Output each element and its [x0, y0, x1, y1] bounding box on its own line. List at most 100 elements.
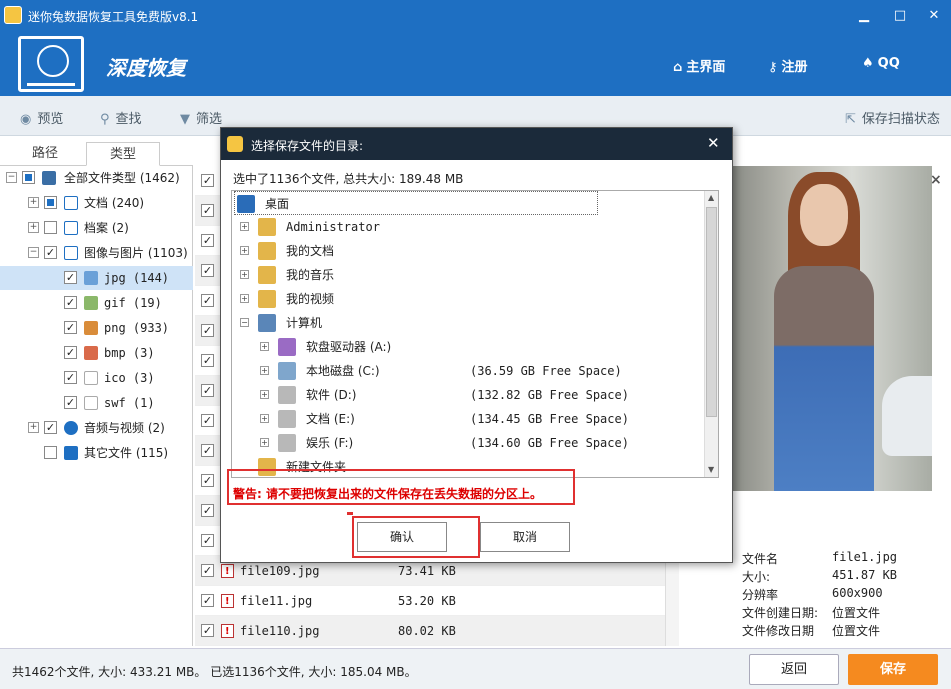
- tree-item-images[interactable]: − ✓ 图像与图片 (1103): [0, 241, 193, 265]
- expand-icon[interactable]: +: [260, 390, 269, 399]
- expand-icon[interactable]: +: [28, 197, 39, 208]
- expand-icon[interactable]: +: [260, 414, 269, 423]
- row-checkbox[interactable]: ✓: [201, 384, 214, 397]
- save-scan-button[interactable]: ⇱ 保存扫描状态: [845, 108, 940, 127]
- tree-checkbox[interactable]: ✓: [64, 371, 77, 384]
- row-checkbox[interactable]: ✓: [201, 474, 214, 487]
- expand-icon[interactable]: +: [240, 222, 249, 231]
- filter-button[interactable]: ▼ 筛选: [180, 108, 222, 127]
- tree-checkbox[interactable]: [44, 196, 57, 209]
- video-folder-icon: [258, 290, 276, 308]
- expand-icon[interactable]: +: [240, 270, 249, 279]
- row-checkbox[interactable]: ✓: [201, 534, 214, 547]
- tree-node-ent[interactable]: + 娱乐 (F:) (134.60 GB Free Space): [232, 431, 704, 455]
- file-name: file11.jpg: [240, 594, 313, 608]
- tree-label: png (933): [104, 321, 170, 335]
- export-icon: ⇱: [845, 112, 856, 127]
- tree-checkbox[interactable]: ✓: [64, 271, 77, 284]
- row-checkbox[interactable]: ✓: [201, 204, 214, 217]
- tree-node-mymusic[interactable]: + 我的音乐: [232, 263, 704, 287]
- status-text: 共1462个文件, 大小: 433.21 MB。 已选1136个文件, 大小: …: [12, 665, 417, 679]
- close-preview-icon[interactable]: ×: [930, 172, 942, 188]
- tree-label: 图像与图片 (1103): [84, 246, 188, 260]
- tree-item-av[interactable]: + ✓ 音频与视频 (2): [0, 416, 193, 440]
- tree-item-bmp[interactable]: ✓ bmp (3): [0, 341, 193, 365]
- tree-node-computer[interactable]: − 计算机: [232, 311, 704, 335]
- minimize-button[interactable]: ▁: [854, 6, 874, 26]
- row-checkbox[interactable]: ✓: [201, 564, 214, 577]
- tree-checkbox[interactable]: [22, 171, 35, 184]
- tree-checkbox[interactable]: ✓: [64, 321, 77, 334]
- expand-icon[interactable]: +: [240, 246, 249, 255]
- tab-path[interactable]: 路径: [0, 142, 90, 166]
- tree-checkbox[interactable]: ✓: [64, 296, 77, 309]
- system-drive-icon: [278, 362, 296, 380]
- qq-nav[interactable]: ♠ QQ: [862, 56, 900, 71]
- scroll-down-icon[interactable]: ▼: [708, 465, 714, 474]
- tree-node-floppy[interactable]: + 软盘驱动器 (A:): [232, 335, 704, 359]
- collapse-icon[interactable]: −: [6, 172, 17, 183]
- row-checkbox[interactable]: ✓: [201, 504, 214, 517]
- tree-node-mydocs[interactable]: + 我的文档: [232, 239, 704, 263]
- cancel-button[interactable]: 取消: [480, 522, 570, 552]
- scroll-up-icon[interactable]: ▲: [708, 193, 714, 202]
- tab-type[interactable]: 类型: [86, 142, 160, 166]
- tree-item-doc[interactable]: + 文档 (240): [0, 191, 193, 215]
- prop-value: 600x900: [832, 586, 883, 600]
- row-checkbox[interactable]: ✓: [201, 264, 214, 277]
- scroll-thumb[interactable]: [706, 207, 717, 417]
- tree-item-ico[interactable]: ✓ ico (3): [0, 366, 193, 390]
- tree-node-soft[interactable]: + 软件 (D:) (132.82 GB Free Space): [232, 383, 704, 407]
- tree-node-local-disk[interactable]: + 本地磁盘 (C:) (36.59 GB Free Space): [232, 359, 704, 383]
- expand-icon[interactable]: +: [28, 422, 39, 433]
- tree-label: 全部文件类型 (1462): [64, 171, 180, 185]
- tree-node-docs[interactable]: + 文档 (E:) (134.45 GB Free Space): [232, 407, 704, 431]
- maximize-button[interactable]: □: [890, 6, 910, 26]
- tree-item-swf[interactable]: ✓ swf (1): [0, 391, 193, 415]
- tree-item-png[interactable]: ✓ png (933): [0, 316, 193, 340]
- tree-node-myvideo[interactable]: + 我的视频: [232, 287, 704, 311]
- tree-checkbox[interactable]: ✓: [64, 396, 77, 409]
- expand-icon[interactable]: +: [260, 366, 269, 375]
- dialog-close-button[interactable]: ✕: [707, 134, 720, 152]
- table-row[interactable]: ✓ file110.jpg 80.02 KB: [195, 616, 665, 647]
- tree-node-admin[interactable]: + Administrator: [232, 215, 704, 239]
- row-checkbox[interactable]: ✓: [201, 354, 214, 367]
- expand-icon[interactable]: +: [260, 438, 269, 447]
- tree-checkbox[interactable]: [44, 446, 57, 459]
- preview-button[interactable]: ◉ 预览: [20, 108, 63, 127]
- collapse-icon[interactable]: −: [28, 247, 39, 258]
- collapse-icon[interactable]: −: [240, 318, 249, 327]
- row-checkbox[interactable]: ✓: [201, 414, 214, 427]
- expand-icon[interactable]: +: [260, 342, 269, 351]
- tree-checkbox[interactable]: [44, 221, 57, 234]
- tree-item-root[interactable]: − 全部文件类型 (1462): [0, 166, 193, 190]
- back-button[interactable]: 返回: [749, 654, 839, 685]
- header-bar: 深度恢复 ⌂ 主界面 ⚷ 注册 ♠ QQ: [0, 32, 951, 96]
- row-checkbox[interactable]: ✓: [201, 294, 214, 307]
- close-window-button[interactable]: ✕: [924, 6, 944, 26]
- folder-tree-scrollbar[interactable]: ▲ ▼: [704, 191, 718, 477]
- tree-item-jpg[interactable]: ✓ jpg (144): [0, 266, 193, 290]
- register-nav[interactable]: ⚷ 注册: [768, 56, 808, 75]
- row-checkbox[interactable]: ✓: [201, 324, 214, 337]
- row-checkbox[interactable]: ✓: [201, 624, 214, 637]
- find-button[interactable]: ⚲ 查找: [100, 108, 142, 127]
- tree-checkbox[interactable]: ✓: [44, 246, 57, 259]
- expand-icon[interactable]: +: [28, 222, 39, 233]
- tree-node-desktop[interactable]: 桌面: [234, 191, 598, 215]
- confirm-button[interactable]: 确认: [357, 522, 447, 552]
- row-checkbox[interactable]: ✓: [201, 594, 214, 607]
- expand-icon[interactable]: +: [240, 294, 249, 303]
- row-checkbox[interactable]: ✓: [201, 444, 214, 457]
- tree-item-archive[interactable]: + 档案 (2): [0, 216, 193, 240]
- row-checkbox[interactable]: ✓: [201, 234, 214, 247]
- tree-checkbox[interactable]: ✓: [64, 346, 77, 359]
- tree-item-other[interactable]: 其它文件 (115): [0, 441, 193, 465]
- tree-item-gif[interactable]: ✓ gif (19): [0, 291, 193, 315]
- home-nav[interactable]: ⌂ 主界面: [673, 56, 725, 75]
- row-checkbox[interactable]: ✓: [201, 174, 214, 187]
- table-row[interactable]: ✓ file11.jpg 53.20 KB: [195, 586, 665, 617]
- save-button[interactable]: 保存: [848, 654, 938, 685]
- tree-checkbox[interactable]: ✓: [44, 421, 57, 434]
